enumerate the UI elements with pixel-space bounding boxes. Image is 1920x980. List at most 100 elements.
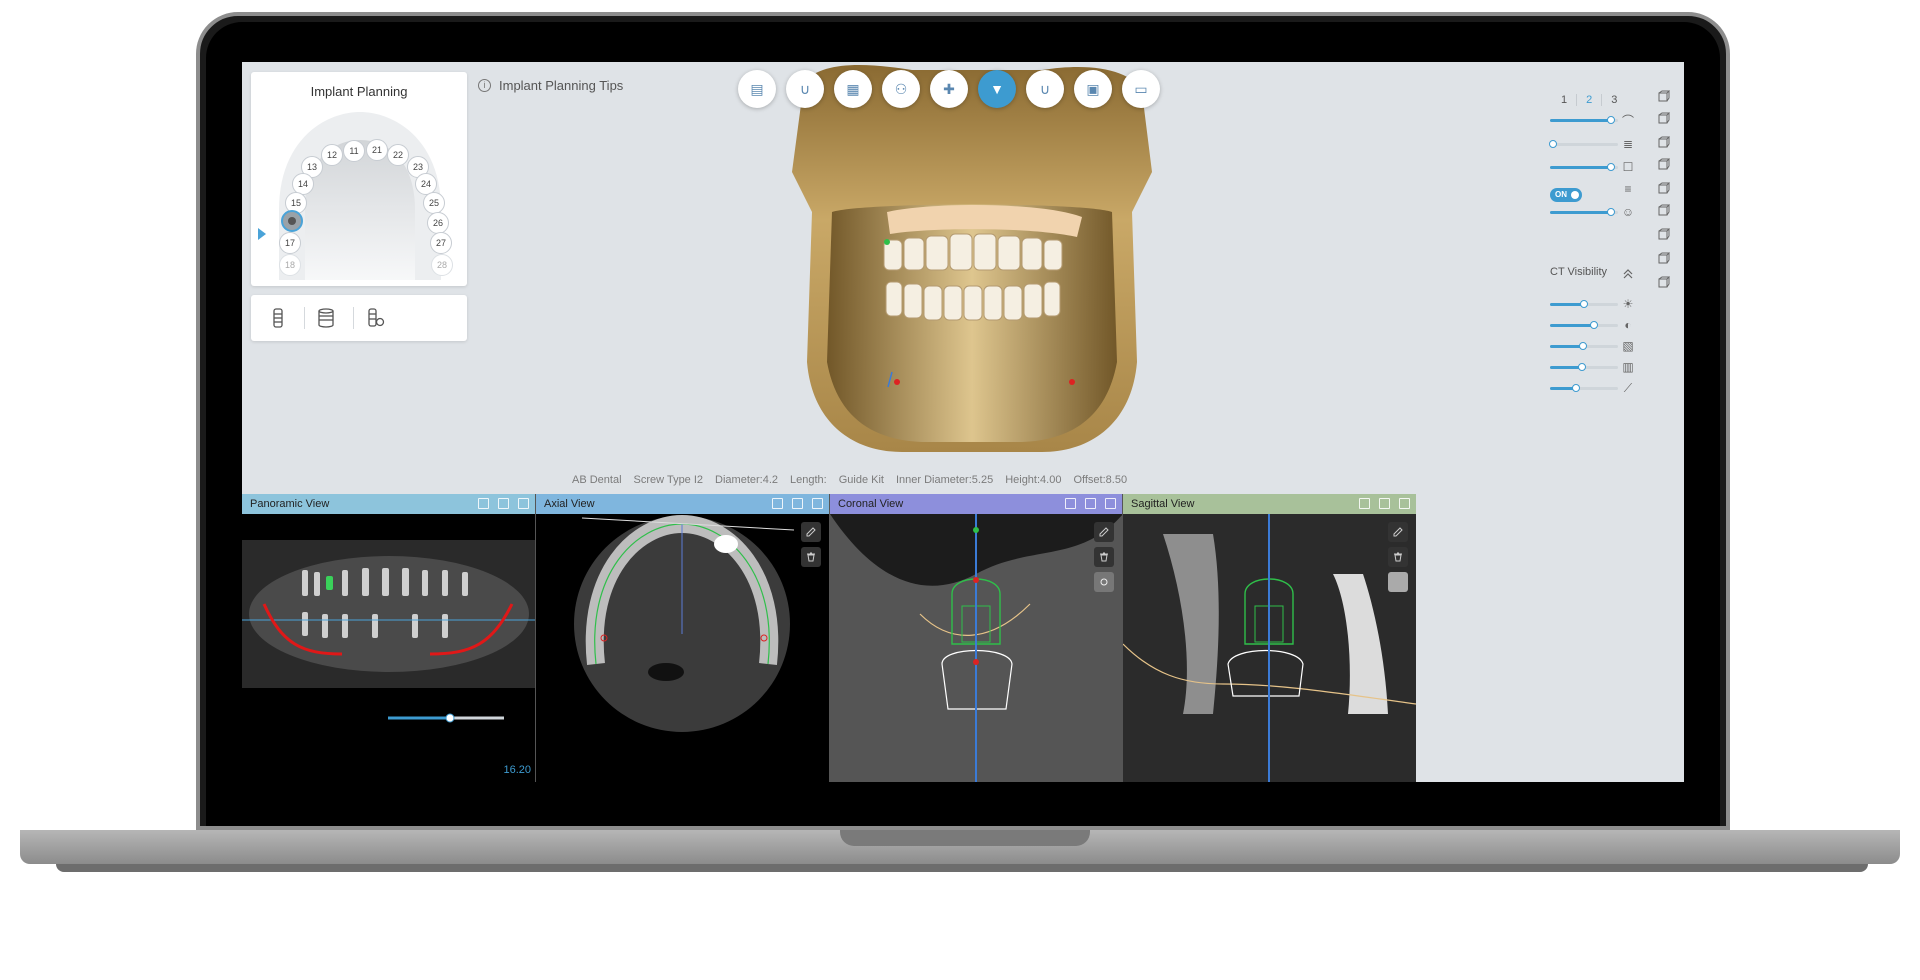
screenshot-icon[interactable]: [1656, 250, 1672, 266]
implant-settings-icon[interactable]: [363, 305, 389, 331]
slider-knob[interactable]: [1590, 321, 1599, 329]
edit-icon[interactable]: [801, 522, 821, 542]
object-slider[interactable]: [1550, 116, 1618, 124]
3d-skull-view[interactable]: [712, 62, 1232, 462]
cube-side-icon[interactable]: [1656, 110, 1672, 126]
cube-left-icon[interactable]: [1656, 180, 1672, 196]
delete-icon[interactable]: [801, 547, 821, 567]
layout-tab-3[interactable]: 3: [1602, 94, 1626, 106]
target-icon[interactable]: [1388, 572, 1408, 592]
camera-icon[interactable]: [1065, 498, 1076, 509]
cube-top-icon[interactable]: [1656, 134, 1672, 150]
maximize-icon[interactable]: [518, 498, 529, 509]
crown-icon[interactable]: ⌒: [1620, 112, 1636, 128]
clipboard-button[interactable]: ▣: [1074, 70, 1112, 108]
tooth-add-icon: ✚: [943, 80, 955, 97]
delete-icon[interactable]: [1094, 547, 1114, 567]
visibility-toggle[interactable]: ON: [1550, 188, 1582, 202]
tooth-icon[interactable]: ☐: [1620, 159, 1636, 175]
maximize-icon[interactable]: [1399, 498, 1410, 509]
info-icon: i: [478, 79, 491, 92]
image-icon[interactable]: ▧: [1620, 338, 1636, 354]
grid-icon[interactable]: [498, 498, 509, 509]
sagittal-image[interactable]: [1123, 514, 1416, 782]
camera-icon[interactable]: [772, 498, 783, 509]
slider-knob[interactable]: [1577, 363, 1586, 371]
collapse-chevron-icon[interactable]: [1620, 266, 1636, 282]
object-slider[interactable]: [1550, 163, 1618, 171]
camera-icon[interactable]: [1359, 498, 1370, 509]
delete-icon[interactable]: [1388, 547, 1408, 567]
settings-icon[interactable]: [1656, 274, 1672, 290]
tooth-12[interactable]: 12: [321, 144, 343, 166]
coronal-view[interactable]: Coronal View: [830, 494, 1123, 782]
cube-front-icon[interactable]: [1656, 88, 1672, 104]
maximize-icon[interactable]: [812, 498, 823, 509]
tooth-22[interactable]: 22: [387, 144, 409, 166]
tooth-27[interactable]: 27: [430, 232, 452, 254]
tool-separator: [353, 307, 354, 329]
contrast-icon[interactable]: ◐: [1620, 317, 1636, 333]
axial-image[interactable]: [536, 514, 829, 782]
slider-knob[interactable]: [1607, 163, 1616, 171]
maximize-icon[interactable]: [1105, 498, 1116, 509]
coronal-image[interactable]: [830, 514, 1122, 782]
slider-knob[interactable]: [1607, 116, 1616, 124]
layout-tab-1[interactable]: 1: [1552, 94, 1578, 106]
histogram-icon[interactable]: ▥: [1620, 359, 1636, 375]
sagittal-view-title: Sagittal View: [1131, 498, 1195, 510]
camera-icon[interactable]: [1656, 226, 1672, 242]
ct-slider[interactable]: [1550, 342, 1618, 350]
implant-button[interactable]: ▼: [978, 70, 1016, 108]
tooth-11[interactable]: 11: [343, 140, 365, 162]
skull-icon[interactable]: ☺: [1620, 204, 1636, 220]
tooth-17[interactable]: 17: [279, 232, 301, 254]
slider-knob[interactable]: [1607, 208, 1616, 216]
panoramic-image[interactable]: 16.20: [242, 514, 535, 782]
slider-knob[interactable]: [1580, 300, 1588, 308]
cube-solid-icon[interactable]: [1656, 156, 1672, 172]
grid-icon[interactable]: [1085, 498, 1096, 509]
arch-button[interactable]: ∪: [786, 70, 824, 108]
camera-icon[interactable]: [478, 498, 489, 509]
tooth-21[interactable]: 21: [366, 139, 388, 161]
implant-icon[interactable]: [265, 305, 291, 331]
implant-planning-tips[interactable]: i Implant Planning Tips: [478, 78, 623, 93]
panoramic-button[interactable]: ▦: [834, 70, 872, 108]
report-button[interactable]: ▤: [738, 70, 776, 108]
tooth-add-button[interactable]: ✚: [930, 70, 968, 108]
slider-knob[interactable]: [1571, 384, 1580, 392]
sagittal-view[interactable]: Sagittal View: [1123, 494, 1416, 782]
save-button[interactable]: ▭: [1122, 70, 1160, 108]
panoramic-view[interactable]: Panoramic View 16.20: [242, 494, 536, 782]
axial-view[interactable]: Axial View: [536, 494, 830, 782]
slider-knob[interactable]: [1549, 140, 1558, 148]
curve-icon[interactable]: ⟋: [1620, 380, 1636, 396]
implant-planning-panel: Implant Planning 11 21 12 22 13 23 14 24 15 25 26 1…: [251, 72, 467, 286]
tooth-25[interactable]: 25: [423, 192, 445, 214]
ct-slider[interactable]: [1550, 321, 1618, 329]
tooth-18[interactable]: 18: [279, 254, 301, 276]
tooth-16[interactable]: [281, 210, 303, 232]
edit-icon[interactable]: [1094, 522, 1114, 542]
edit-icon[interactable]: [1388, 522, 1408, 542]
tooth-model-button[interactable]: ⚇: [882, 70, 920, 108]
object-slider[interactable]: [1549, 140, 1618, 148]
ct-slider[interactable]: [1550, 363, 1618, 371]
tooth-28[interactable]: 28: [431, 254, 453, 276]
ct-slider[interactable]: [1550, 300, 1618, 308]
arch-outline-button[interactable]: ∪: [1026, 70, 1064, 108]
tooth-26[interactable]: 26: [427, 212, 449, 234]
slider-knob[interactable]: [1578, 342, 1587, 350]
brightness-icon[interactable]: ☀: [1620, 296, 1636, 312]
implant-stack-icon[interactable]: ≡: [1620, 181, 1636, 197]
object-slider[interactable]: [1550, 208, 1618, 216]
abutment-icon[interactable]: ≣: [1620, 136, 1636, 152]
ct-slider[interactable]: [1550, 384, 1618, 392]
layout-tab-2[interactable]: 2: [1577, 94, 1603, 106]
grid-icon[interactable]: [1379, 498, 1390, 509]
abutment-icon[interactable]: [313, 305, 339, 331]
cube-right-icon[interactable]: [1656, 202, 1672, 218]
grid-icon[interactable]: [792, 498, 803, 509]
target-icon[interactable]: [1094, 572, 1114, 592]
